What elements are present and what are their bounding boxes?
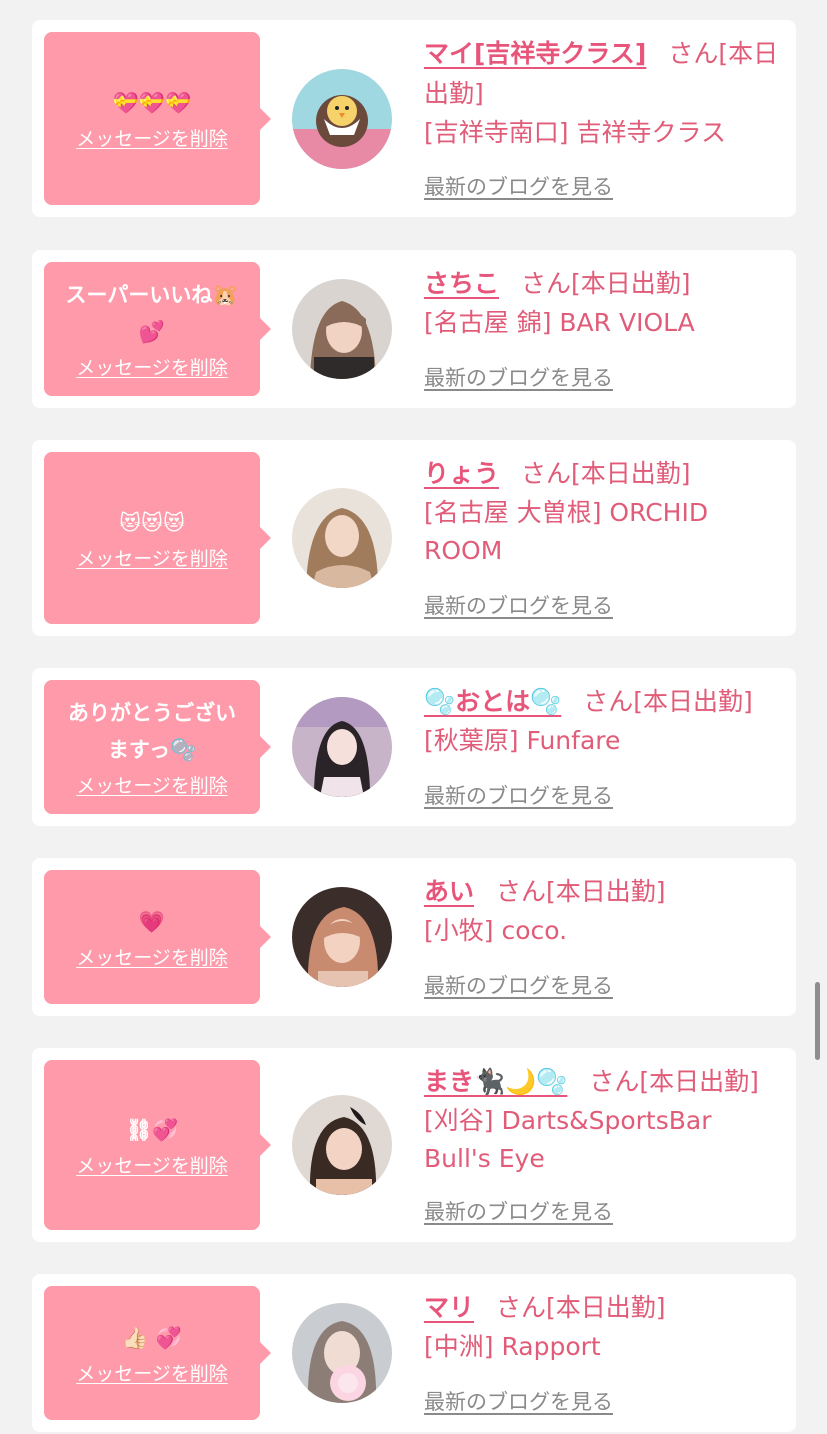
list-item: ⛓💞 メッセージを削除 まき🐈‍⬛🌙🫧 さん[本日出勤] [刈谷] Darts&S… bbox=[32, 1048, 796, 1242]
message-text: 💝💝💝 bbox=[112, 91, 192, 115]
message-text: 😻😻😻 bbox=[119, 510, 185, 535]
shop-name: [名古屋 大曽根] ORCHID ROOM bbox=[424, 498, 709, 565]
avatar[interactable] bbox=[292, 69, 392, 169]
avatar[interactable] bbox=[292, 279, 392, 379]
attendance-status: さん[本日出勤] bbox=[521, 269, 691, 298]
cast-name-link[interactable]: さちこ bbox=[424, 269, 499, 298]
cast-name-link[interactable]: りょう bbox=[424, 459, 499, 488]
latest-blog-link[interactable]: 最新のブログを見る bbox=[424, 173, 613, 201]
person-avatar-icon bbox=[292, 279, 392, 379]
message-text: 💗 bbox=[138, 909, 166, 934]
latest-blog-link[interactable]: 最新のブログを見る bbox=[424, 1198, 613, 1226]
cast-name-link[interactable]: あい bbox=[424, 877, 474, 906]
item-info: さちこ さん[本日出勤] [名古屋 錦] BAR VIOLA bbox=[424, 264, 784, 342]
message-bubble: 😻😻😻 メッセージを削除 bbox=[44, 452, 271, 624]
avatar[interactable] bbox=[292, 697, 392, 797]
message-bubble: スーパーいいね🐹 💕 メッセージを削除 bbox=[44, 262, 271, 396]
cast-name-link[interactable]: まき🐈‍⬛🌙🫧 bbox=[424, 1067, 567, 1096]
item-info: マイ[吉祥寺クラス] さん[本日出勤] [吉祥寺南口] 吉祥寺クラス bbox=[424, 34, 784, 152]
item-info: まき🐈‍⬛🌙🫧 さん[本日出勤] [刈谷] Darts&SportsBar Bul… bbox=[424, 1062, 784, 1178]
person-avatar-icon bbox=[292, 697, 392, 797]
item-info: マリ さん[本日出勤] [中洲] Rapport bbox=[424, 1288, 784, 1366]
attendance-status: さん[本日出勤] bbox=[496, 1293, 666, 1322]
shop-name: [中洲] Rapport bbox=[424, 1332, 601, 1361]
latest-blog-link[interactable]: 最新のブログを見る bbox=[424, 972, 613, 1000]
latest-blog-link[interactable]: 最新のブログを見る bbox=[424, 1388, 613, 1416]
avatar[interactable] bbox=[292, 488, 392, 588]
message-bubble: 💗 メッセージを削除 bbox=[44, 870, 271, 1004]
list-item: 👍🏻 💞 メッセージを削除 マリ さん[本日出勤] [中洲] Rapport 最新… bbox=[32, 1274, 796, 1432]
latest-blog-link[interactable]: 最新のブログを見る bbox=[424, 364, 613, 392]
chick-emoji-avatar bbox=[292, 69, 392, 169]
shop-name: [秋葉原] Funfare bbox=[424, 726, 621, 755]
list-item: 💝💝💝 メッセージを削除 マイ[吉祥寺クラス] さん[本日出勤] [吉祥寺南口] … bbox=[32, 20, 796, 217]
attendance-status: さん[本日出勤] bbox=[521, 459, 691, 488]
scrollbar[interactable] bbox=[815, 982, 820, 1060]
person-avatar-icon bbox=[292, 887, 392, 987]
message-bubble: ありがとうござい ますっ🫧 メッセージを削除 bbox=[44, 680, 271, 814]
item-info: 🫧おとは🫧 さん[本日出勤] [秋葉原] Funfare bbox=[424, 682, 784, 760]
list-item: 😻😻😻 メッセージを削除 りょう さん[本日出勤] [名古屋 大曽根] ORCHI… bbox=[32, 440, 796, 636]
message-text: スーパーいいね🐹 💕 bbox=[65, 283, 239, 344]
delete-message-link[interactable]: メッセージを削除 bbox=[76, 546, 228, 572]
attendance-status: さん[本日出勤] bbox=[583, 687, 753, 716]
item-info: あい さん[本日出勤] [小牧] coco. bbox=[424, 872, 784, 950]
delete-message-link[interactable]: メッセージを削除 bbox=[76, 355, 228, 381]
latest-blog-link[interactable]: 最新のブログを見る bbox=[424, 592, 613, 620]
list-item: 💗 メッセージを削除 あい さん[本日出勤] [小牧] coco. 最新のブログを… bbox=[32, 858, 796, 1016]
delete-message-link[interactable]: メッセージを削除 bbox=[76, 945, 228, 971]
delete-message-link[interactable]: メッセージを削除 bbox=[76, 1153, 228, 1179]
shop-name: [吉祥寺南口] 吉祥寺クラス bbox=[424, 118, 726, 147]
delete-message-link[interactable]: メッセージを削除 bbox=[76, 126, 228, 152]
delete-message-link[interactable]: メッセージを削除 bbox=[76, 1361, 228, 1387]
person-avatar-icon bbox=[292, 1095, 392, 1195]
list-item: ありがとうござい ますっ🫧 メッセージを削除 🫧おとは🫧 さん[本日出勤] [秋葉… bbox=[32, 668, 796, 826]
cast-name-link[interactable]: マリ bbox=[424, 1293, 474, 1322]
attendance-status: さん[本日出勤] bbox=[589, 1067, 759, 1096]
message-bubble: 👍🏻 💞 メッセージを削除 bbox=[44, 1286, 271, 1420]
shop-name: [名古屋 錦] BAR VIOLA bbox=[424, 308, 695, 337]
cast-name-link[interactable]: マイ[吉祥寺クラス] bbox=[424, 39, 646, 68]
item-info: りょう さん[本日出勤] [名古屋 大曽根] ORCHID ROOM bbox=[424, 454, 784, 570]
list-item: スーパーいいね🐹 💕 メッセージを削除 さちこ さん[本日出勤] [名古屋 錦] … bbox=[32, 250, 796, 408]
message-text: 👍🏻 💞 bbox=[122, 1325, 182, 1350]
person-avatar-icon bbox=[292, 1303, 392, 1403]
avatar[interactable] bbox=[292, 887, 392, 987]
attendance-status: さん[本日出勤] bbox=[496, 877, 666, 906]
message-text: ⛓💞 bbox=[125, 1117, 179, 1142]
avatar[interactable] bbox=[292, 1303, 392, 1403]
avatar[interactable] bbox=[292, 1095, 392, 1195]
shop-name: [刈谷] Darts&SportsBar Bull's Eye bbox=[424, 1106, 712, 1173]
cast-name-link[interactable]: 🫧おとは🫧 bbox=[424, 687, 561, 716]
message-bubble: 💝💝💝 メッセージを削除 bbox=[44, 32, 271, 205]
message-text: ありがとうござい ますっ🫧 bbox=[68, 701, 236, 762]
latest-blog-link[interactable]: 最新のブログを見る bbox=[424, 782, 613, 810]
person-avatar-icon bbox=[292, 488, 392, 588]
delete-message-link[interactable]: メッセージを削除 bbox=[76, 773, 228, 799]
shop-name: [小牧] coco. bbox=[424, 916, 568, 945]
message-bubble: ⛓💞 メッセージを削除 bbox=[44, 1060, 271, 1230]
